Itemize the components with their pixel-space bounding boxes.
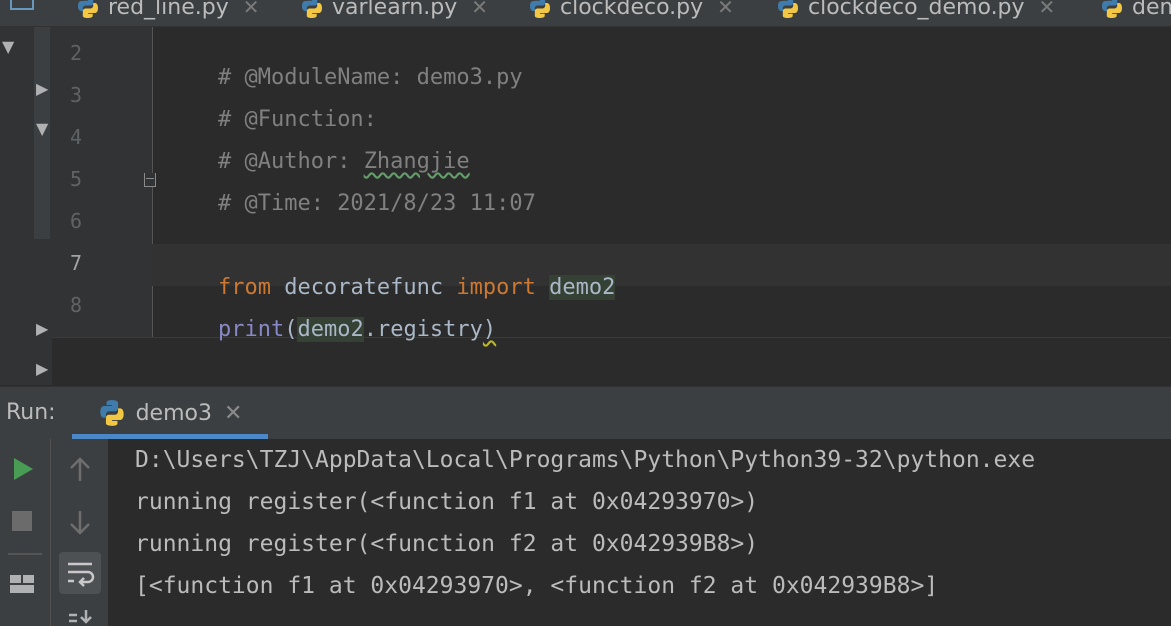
run-toolbar [0, 439, 108, 626]
python-icon [778, 0, 798, 18]
line-number: 5 [69, 167, 82, 191]
run-tab-demo3[interactable]: demo3 ✕ [72, 387, 268, 439]
line-number: 7 [69, 251, 82, 275]
line-number: 6 [69, 209, 82, 233]
soft-wrap-icon [68, 562, 95, 587]
expand-arrow-icon[interactable]: ▶ [36, 79, 48, 98]
scroll-to-end-icon[interactable] [66, 609, 96, 626]
console-line: running register(<function f1 at 0x04293… [135, 489, 759, 515]
console-line: [<function f1 at 0x04293970>, <function … [135, 573, 939, 599]
close-icon[interactable]: ✕ [471, 0, 488, 19]
code-editor[interactable]: ▼ ▶ ▼ ▶ ▶ 2 3 4 5 6 7 8 # @ModuleName: d… [0, 27, 1171, 385]
close-icon[interactable]: ✕ [717, 0, 734, 19]
structure-strip: ▼ ▶ ▼ ▶ ▶ [0, 27, 52, 385]
comment-text: # @Time: 2021/8/23 11:07 [217, 191, 536, 216]
expand-arrow-icon[interactable]: ▶ [36, 359, 48, 378]
arrow-up-icon[interactable] [68, 457, 92, 483]
toolbar-divider [50, 439, 51, 626]
python-icon [78, 0, 98, 18]
tab-demo-partial[interactable]: dem [1100, 0, 1171, 24]
close-icon[interactable]: ✕ [1039, 0, 1056, 19]
rerun-play-icon[interactable] [12, 457, 34, 481]
tab-label: dem [1132, 0, 1171, 20]
tab-label: clockdeco_demo.py [808, 0, 1025, 20]
close-icon[interactable]: ✕ [224, 401, 242, 426]
run-label: Run: [6, 400, 56, 425]
line-number: 3 [69, 83, 82, 107]
expand-arrow-icon[interactable]: ▶ [36, 319, 48, 338]
collapse-arrow-icon[interactable]: ▼ [36, 119, 48, 138]
attribute-access: .registry [363, 317, 483, 342]
project-icon[interactable] [10, 0, 34, 10]
code-line[interactable]: # @Time: 2021/8/23 11:07 [165, 166, 536, 241]
tab-clockdeco-demo[interactable]: clockdeco_demo.py ✕ [776, 0, 1055, 24]
soft-wrap-button[interactable] [59, 552, 101, 594]
python-icon [99, 400, 124, 426]
python-icon [1102, 0, 1122, 18]
collapse-arrow-icon[interactable]: ▼ [2, 37, 14, 56]
close-icon[interactable]: ✕ [243, 0, 260, 19]
tab-label: clockdeco.py [560, 0, 704, 20]
argument-name: demo2 [297, 317, 364, 342]
builtin-print: print [217, 317, 285, 342]
paren-open: ( [284, 317, 298, 342]
imported-name: demo2 [549, 275, 616, 300]
arrow-down-icon[interactable] [68, 509, 92, 535]
tab-varlearn[interactable]: varlearn.py ✕ [300, 0, 488, 24]
tab-label: varlearn.py [332, 0, 458, 20]
console-line: D:\Users\TZJ\AppData\Local\Programs\Pyth… [135, 447, 1036, 473]
python-icon [530, 0, 550, 18]
paren-close: ) [482, 317, 497, 342]
tab-label: red_line.py [108, 0, 229, 20]
editor-tab-bar: red_line.py ✕ varlearn.py ✕ clockdeco.py… [0, 0, 1171, 27]
tab-clockdeco[interactable]: clockdeco.py ✕ [528, 0, 734, 24]
python-icon [302, 0, 322, 18]
line-number: 4 [69, 125, 82, 149]
run-console[interactable]: D:\Users\TZJ\AppData\Local\Programs\Pyth… [108, 439, 1171, 626]
stop-icon[interactable] [11, 510, 33, 532]
toolbar-separator [8, 553, 42, 555]
run-tab-label: demo3 [135, 400, 212, 426]
code-line[interactable]: print(demo2.registry) [165, 292, 496, 367]
run-panel-header: Run: demo3 ✕ [0, 386, 1171, 440]
line-number: 2 [69, 41, 82, 65]
tab-red-line[interactable]: red_line.py ✕ [76, 0, 260, 24]
layout-icon[interactable] [9, 573, 35, 595]
line-number: 8 [69, 293, 82, 317]
console-line: running register(<function f2 at 0x04293… [135, 531, 759, 557]
fold-marker-icon[interactable] [144, 173, 156, 187]
